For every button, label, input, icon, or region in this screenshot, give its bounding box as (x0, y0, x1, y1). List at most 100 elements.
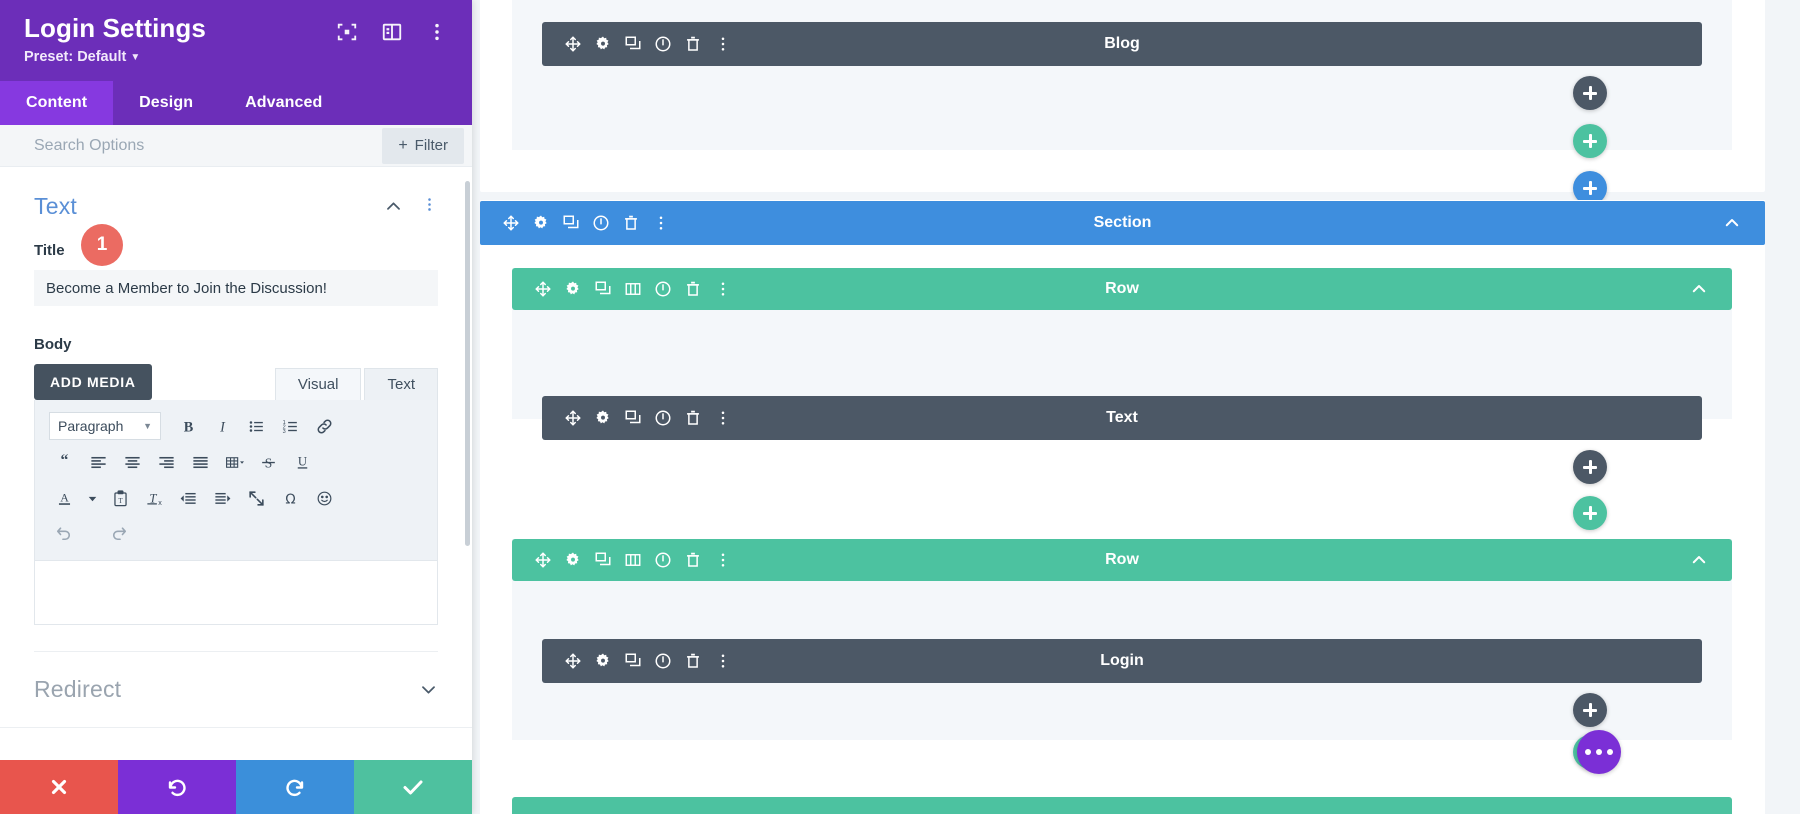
search-input[interactable] (34, 136, 383, 155)
duplicate-icon[interactable] (624, 409, 642, 427)
tab-design[interactable]: Design (113, 81, 219, 125)
move-icon[interactable] (534, 280, 552, 298)
tab-visual[interactable]: Visual (274, 368, 362, 400)
gear-icon[interactable] (594, 409, 612, 427)
add-module-button[interactable] (1573, 76, 1607, 110)
align-center-icon[interactable] (117, 447, 147, 477)
kebab-icon[interactable] (714, 35, 732, 53)
panel-scrollbar[interactable] (465, 181, 470, 546)
add-media-button[interactable]: ADD MEDIA (34, 364, 152, 400)
paste-as-text-icon[interactable]: T (105, 483, 135, 513)
underline-icon[interactable]: U (287, 447, 317, 477)
chevron-up-icon[interactable] (384, 197, 403, 216)
link-icon[interactable] (309, 411, 339, 441)
row1-collapse-chevron-up-icon[interactable] (1690, 280, 1732, 298)
section-bar[interactable]: Section (480, 201, 1765, 245)
power-icon[interactable] (654, 280, 672, 298)
row-bar-2[interactable]: Row (512, 539, 1732, 581)
redo-icon[interactable] (103, 519, 133, 549)
strikethrough-icon[interactable]: S (253, 447, 283, 477)
tab-content[interactable]: Content (0, 81, 114, 125)
duplicate-icon[interactable] (624, 652, 642, 670)
tab-text[interactable]: Text (364, 368, 438, 400)
section-collapse-chevron-up-icon[interactable] (1723, 214, 1765, 232)
power-icon[interactable] (654, 652, 672, 670)
filter-button[interactable]: + Filter (382, 127, 464, 164)
add-module-button[interactable] (1573, 450, 1607, 484)
undo-icon[interactable] (49, 519, 79, 549)
trash-icon[interactable] (684, 35, 702, 53)
kebab-icon[interactable] (652, 214, 670, 232)
fullscreen-icon[interactable] (336, 21, 358, 43)
bold-icon[interactable]: B (173, 411, 203, 441)
kebab-icon[interactable] (714, 280, 732, 298)
move-icon[interactable] (564, 409, 582, 427)
gear-icon[interactable] (564, 551, 582, 569)
row-bar-1[interactable]: Row (512, 268, 1732, 310)
power-icon[interactable] (654, 409, 672, 427)
move-icon[interactable] (534, 551, 552, 569)
outdent-icon[interactable] (173, 483, 203, 513)
row2-collapse-chevron-up-icon[interactable] (1690, 551, 1732, 569)
bulleted-list-icon[interactable] (241, 411, 271, 441)
align-justify-icon[interactable] (185, 447, 215, 477)
text-color-chevron-down-icon[interactable] (83, 483, 101, 513)
module-bar-blog[interactable]: Blog (542, 22, 1702, 66)
trash-icon[interactable] (684, 280, 702, 298)
duplicate-icon[interactable] (594, 551, 612, 569)
power-icon[interactable] (654, 551, 672, 569)
indent-icon[interactable] (207, 483, 237, 513)
row-bar-next[interactable] (512, 797, 1732, 814)
preset-selector[interactable]: Preset: Default ▼ (24, 49, 448, 65)
add-row-button[interactable] (1573, 124, 1607, 158)
special-character-icon[interactable]: Ω (275, 483, 305, 513)
gear-icon[interactable] (594, 652, 612, 670)
panel-layout-icon[interactable] (381, 21, 403, 43)
power-icon[interactable] (592, 214, 610, 232)
save-button[interactable] (354, 760, 472, 814)
trash-icon[interactable] (622, 214, 640, 232)
redo-button[interactable] (236, 760, 354, 814)
trash-icon[interactable] (684, 551, 702, 569)
duplicate-icon[interactable] (562, 214, 580, 232)
gear-icon[interactable] (594, 35, 612, 53)
text-color-icon[interactable]: A (49, 483, 79, 513)
group-title-text[interactable]: Text (34, 193, 384, 220)
columns-icon[interactable] (624, 280, 642, 298)
kebab-icon[interactable] (714, 409, 732, 427)
table-icon[interactable] (219, 447, 249, 477)
italic-icon[interactable]: I (207, 411, 237, 441)
kebab-icon[interactable] (714, 551, 732, 569)
title-input[interactable] (34, 270, 438, 306)
module-bar-login[interactable]: Login (542, 639, 1702, 683)
align-left-icon[interactable] (83, 447, 113, 477)
fullscreen-expand-icon[interactable] (241, 483, 271, 513)
kebab-icon[interactable] (426, 21, 448, 43)
chevron-down-icon[interactable] (419, 680, 438, 699)
kebab-icon[interactable] (714, 652, 732, 670)
module-bar-text[interactable]: Text (542, 396, 1702, 440)
numbered-list-icon[interactable]: 1 2 3 (275, 411, 305, 441)
undo-button[interactable] (118, 760, 236, 814)
duplicate-icon[interactable] (624, 35, 642, 53)
blockquote-icon[interactable]: “ (49, 447, 79, 477)
gear-icon[interactable] (532, 214, 550, 232)
paragraph-format-select[interactable]: Paragraph ▼ (49, 412, 161, 440)
cancel-button[interactable] (0, 760, 118, 814)
clear-formatting-icon[interactable]: T x (139, 483, 169, 513)
trash-icon[interactable] (684, 409, 702, 427)
tab-advanced[interactable]: Advanced (219, 81, 348, 125)
emoji-icon[interactable] (309, 483, 339, 513)
body-editor-area[interactable] (35, 561, 437, 624)
duplicate-icon[interactable] (594, 280, 612, 298)
add-module-button[interactable] (1573, 693, 1607, 727)
move-icon[interactable] (564, 652, 582, 670)
settings-group-redirect[interactable]: Redirect (0, 652, 472, 728)
columns-icon[interactable] (624, 551, 642, 569)
group-kebab-icon[interactable] (421, 196, 438, 218)
add-row-button[interactable] (1573, 496, 1607, 530)
power-icon[interactable] (654, 35, 672, 53)
move-icon[interactable] (564, 35, 582, 53)
trash-icon[interactable] (684, 652, 702, 670)
more-options-button[interactable] (1577, 730, 1621, 774)
